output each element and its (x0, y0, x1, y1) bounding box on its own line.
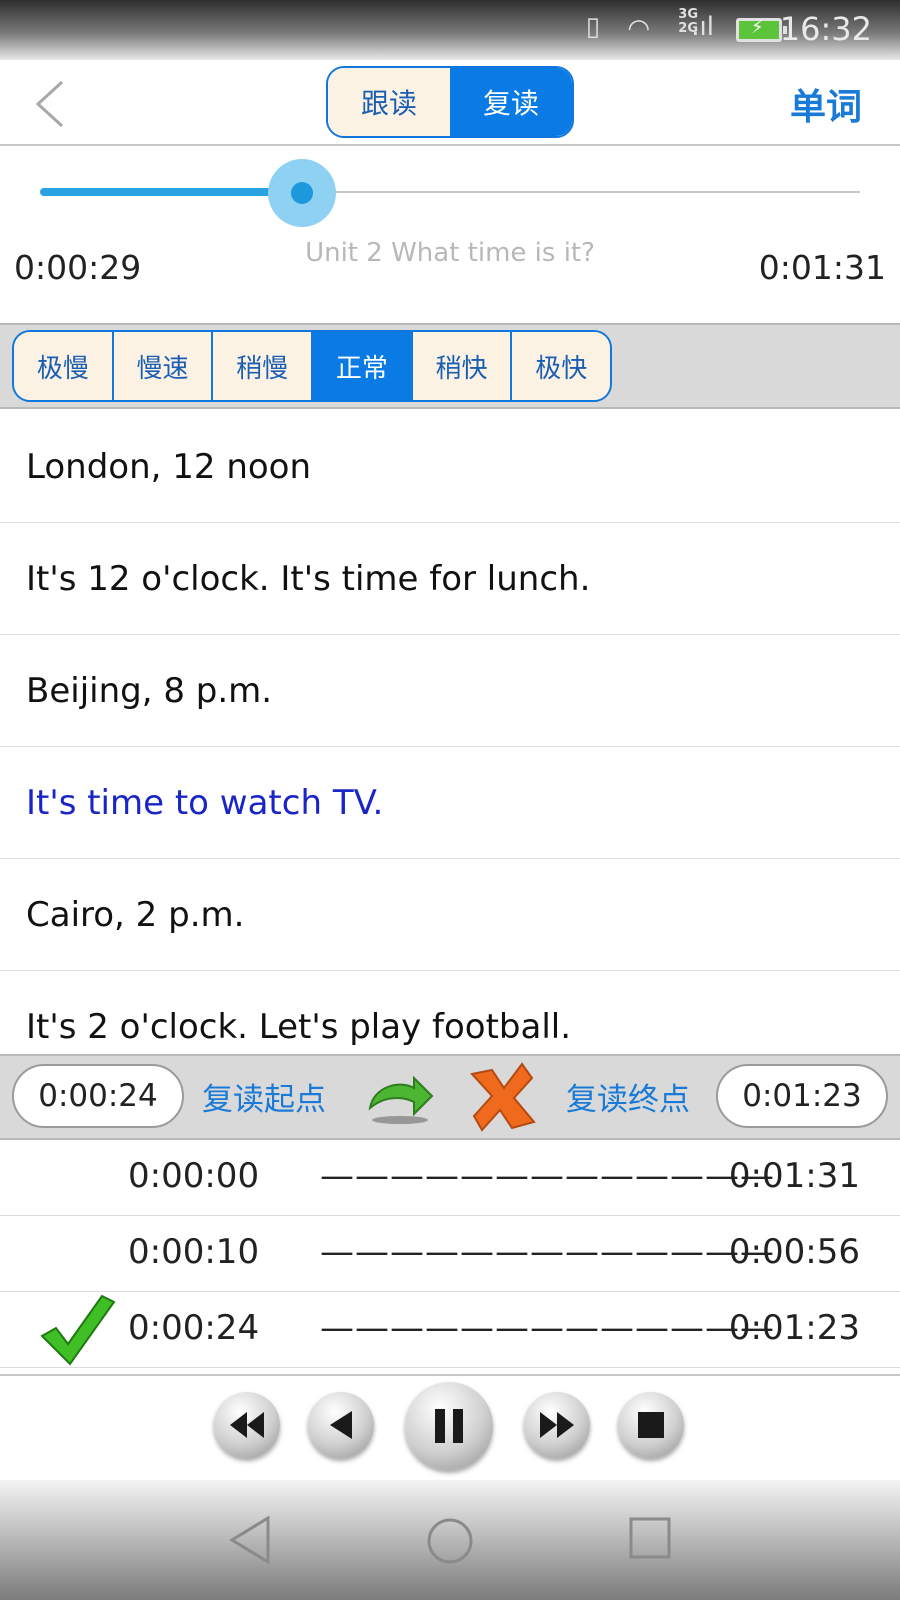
signal-icon: .ıl (691, 12, 714, 42)
clear-repeat-icon[interactable] (462, 1060, 542, 1136)
repeat-go-icon[interactable] (364, 1070, 436, 1130)
header: 跟读 复读 单词 (0, 60, 900, 146)
battery-icon: ⚡ (736, 17, 787, 42)
fast-forward-button[interactable] (524, 1392, 590, 1458)
repeat-bar: 0:00:24 复读起点 复读终点 0:01:23 (0, 1054, 900, 1140)
status-time: 16:32 (779, 10, 872, 48)
nav-recents-icon[interactable] (628, 1516, 672, 1560)
repeat-history: 0:00:00 ————————————— 0:01:31 0:00:10 ——… (0, 1140, 900, 1368)
speed-very-fast[interactable]: 极快 (512, 332, 610, 400)
total-time: 0:01:31 (758, 248, 886, 287)
words-button[interactable]: 单词 (790, 78, 862, 130)
progress-fill (40, 188, 303, 196)
history-dashes: ————————————— (320, 1232, 775, 1272)
history-row[interactable]: 0:00:10 ————————————— 0:00:56 (0, 1216, 900, 1292)
history-end: 0:01:31 (728, 1156, 860, 1196)
repeat-end-time[interactable]: 0:01:23 (716, 1064, 888, 1128)
sentence-list: London, 12 noon It's 12 o'clock. It's ti… (0, 411, 900, 1054)
navigation-bar (0, 1480, 900, 1600)
rewind-button[interactable] (214, 1392, 280, 1458)
fast-forward-icon (540, 1412, 574, 1438)
wifi-icon: ◠ (627, 14, 650, 44)
speed-slow[interactable]: 慢速 (113, 332, 214, 400)
tab-follow-read[interactable]: 跟读 (328, 68, 450, 136)
repeat-end-button[interactable]: 复读终点 (566, 1074, 690, 1119)
speed-selector: 极慢 慢速 稍慢 正常 稍快 极快 (12, 330, 612, 402)
speed-normal[interactable]: 正常 (313, 332, 413, 400)
history-row[interactable]: 0:00:00 ————————————— 0:01:31 (0, 1140, 900, 1216)
repeat-start-button[interactable]: 复读起点 (202, 1074, 326, 1119)
speed-very-slow[interactable]: 极慢 (14, 332, 114, 400)
sentence-item[interactable]: Beijing, 8 p.m. (0, 635, 900, 747)
checkmark-icon (38, 1292, 118, 1377)
speed-slightly-fast[interactable]: 稍快 (412, 332, 513, 400)
vibrate-icon: ▯ (585, 12, 600, 42)
speed-bar: 极慢 慢速 稍慢 正常 稍快 极快 (0, 323, 900, 409)
chevron-left-icon (35, 80, 64, 128)
rewind-icon (230, 1412, 264, 1438)
back-button[interactable] (32, 80, 72, 128)
stop-button[interactable] (618, 1392, 684, 1458)
repeat-start-time[interactable]: 0:00:24 (12, 1064, 184, 1128)
sentence-item[interactable]: It's 12 o'clock. It's time for lunch. (0, 523, 900, 635)
playback-controls (0, 1374, 900, 1482)
sentence-item[interactable]: London, 12 noon (0, 411, 900, 523)
history-dashes: ————————————— (320, 1156, 775, 1196)
history-start: 0:00:24 (128, 1308, 260, 1348)
history-end: 0:01:23 (728, 1308, 860, 1348)
previous-icon (330, 1411, 352, 1439)
history-row-selected[interactable]: 0:00:24 ————————————— 0:01:23 (0, 1292, 900, 1368)
nav-back-icon[interactable] (228, 1516, 272, 1564)
previous-button[interactable] (308, 1392, 374, 1458)
history-end: 0:00:56 (728, 1232, 860, 1272)
nav-home-icon[interactable] (425, 1516, 475, 1566)
history-start: 0:00:00 (128, 1156, 260, 1196)
pause-icon (435, 1409, 463, 1443)
pause-button[interactable] (405, 1382, 493, 1470)
history-dashes: ————————————— (320, 1308, 775, 1348)
sentence-item[interactable]: It's 2 o'clock. Let's play football. (0, 971, 900, 1054)
history-start: 0:00:10 (128, 1232, 260, 1272)
stop-icon (638, 1412, 664, 1438)
mode-tabs: 跟读 复读 (326, 66, 574, 138)
status-bar: ▯ ◠ 3G 2G .ıl ⚡ 16:32 (0, 0, 900, 60)
tab-repeat-read[interactable]: 复读 (450, 68, 572, 136)
speed-slightly-slow[interactable]: 稍慢 (213, 332, 314, 400)
sentence-item-active[interactable]: It's time to watch TV. (0, 747, 900, 859)
sentence-item[interactable]: Cairo, 2 p.m. (0, 859, 900, 971)
